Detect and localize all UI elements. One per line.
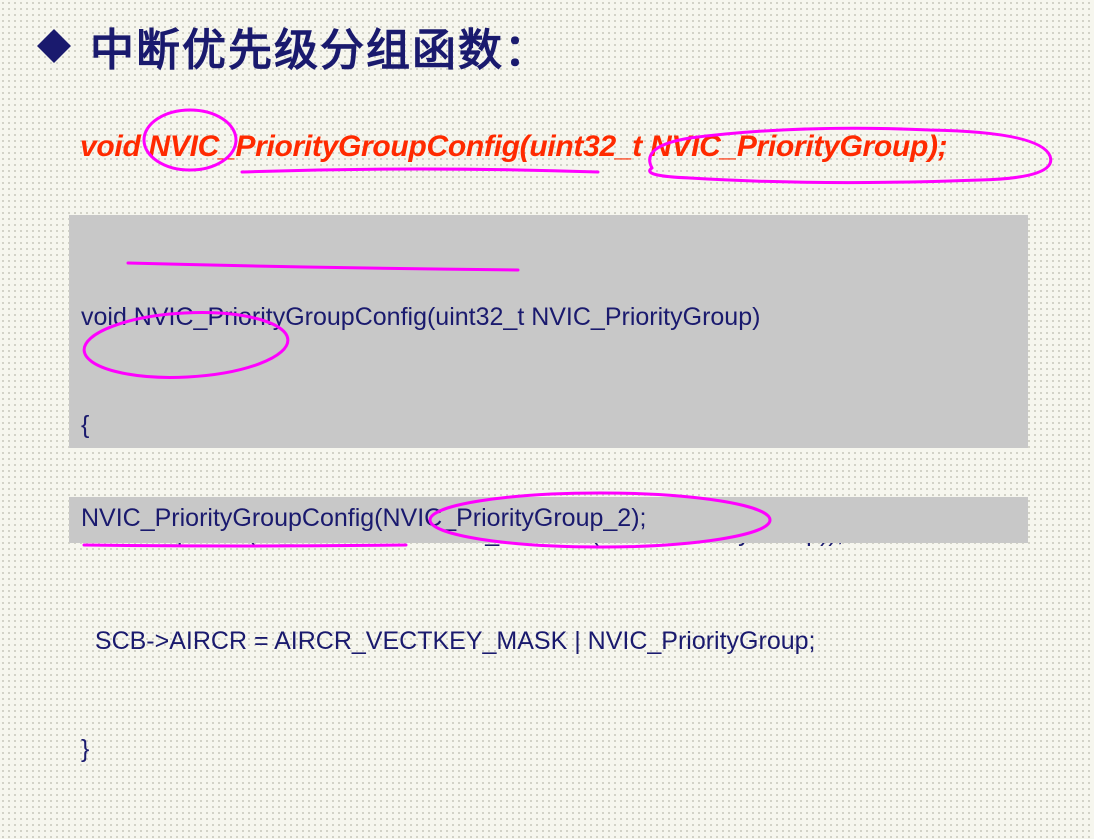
diamond-bullet-icon	[37, 29, 71, 63]
code-line: void NVIC_PriorityGroupConfig(uint32_t N…	[81, 303, 761, 331]
call-example: NVIC_PriorityGroupConfig(NVIC_PriorityGr…	[81, 504, 647, 532]
code-line: }	[81, 735, 90, 763]
title-text: 中断优先级分组函数：	[90, 25, 550, 76]
call-example-box: NVIC_PriorityGroupConfig(NVIC_PriorityGr…	[69, 497, 1028, 543]
code-block: void NVIC_PriorityGroupConfig(uint32_t N…	[69, 215, 1028, 763]
function-prototype: void NVIC_PriorityGroupConfig(uint32_t N…	[80, 130, 948, 163]
code-line: {	[81, 411, 90, 439]
underline-annotation-function-name	[240, 167, 600, 174]
slide-title: 中断优先级分组函数：	[37, 14, 550, 78]
code-line: SCB->AIRCR = AIRCR_VECTKEY_MASK | NVIC_P…	[81, 627, 816, 655]
